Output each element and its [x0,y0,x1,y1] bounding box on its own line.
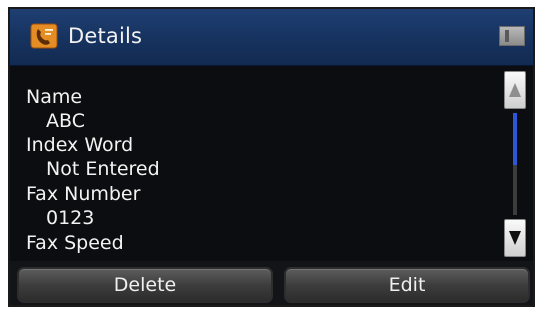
page-title: Details [68,24,143,48]
vertical-scrollbar[interactable] [504,71,526,257]
action-bar: Delete Edit [10,261,533,305]
index-word-label: Index Word [26,134,134,156]
memory-card-icon [499,26,525,46]
contact-card-icon [30,23,58,49]
scroll-down-button[interactable] [504,219,526,257]
scroll-up-icon [509,83,521,97]
scroll-down-icon [509,231,521,245]
scroll-thumb[interactable] [513,113,517,165]
title-bar: Details [10,9,533,66]
edit-button[interactable]: Edit [284,267,530,303]
name-value: ABC [46,110,85,132]
index-word-value: Not Entered [46,158,160,180]
name-label: Name [26,86,83,108]
fax-speed-label: Fax Speed [26,232,124,254]
details-list: Name ABC Index Word Not Entered Fax Numb… [10,66,500,261]
fax-number-label: Fax Number [26,183,141,205]
scroll-up-button[interactable] [504,71,526,109]
delete-button[interactable]: Delete [17,267,273,303]
printer-lcd-screen: Details Name ABC Index Word Not Entered … [8,7,535,307]
fax-number-value: 0123 [46,207,95,229]
